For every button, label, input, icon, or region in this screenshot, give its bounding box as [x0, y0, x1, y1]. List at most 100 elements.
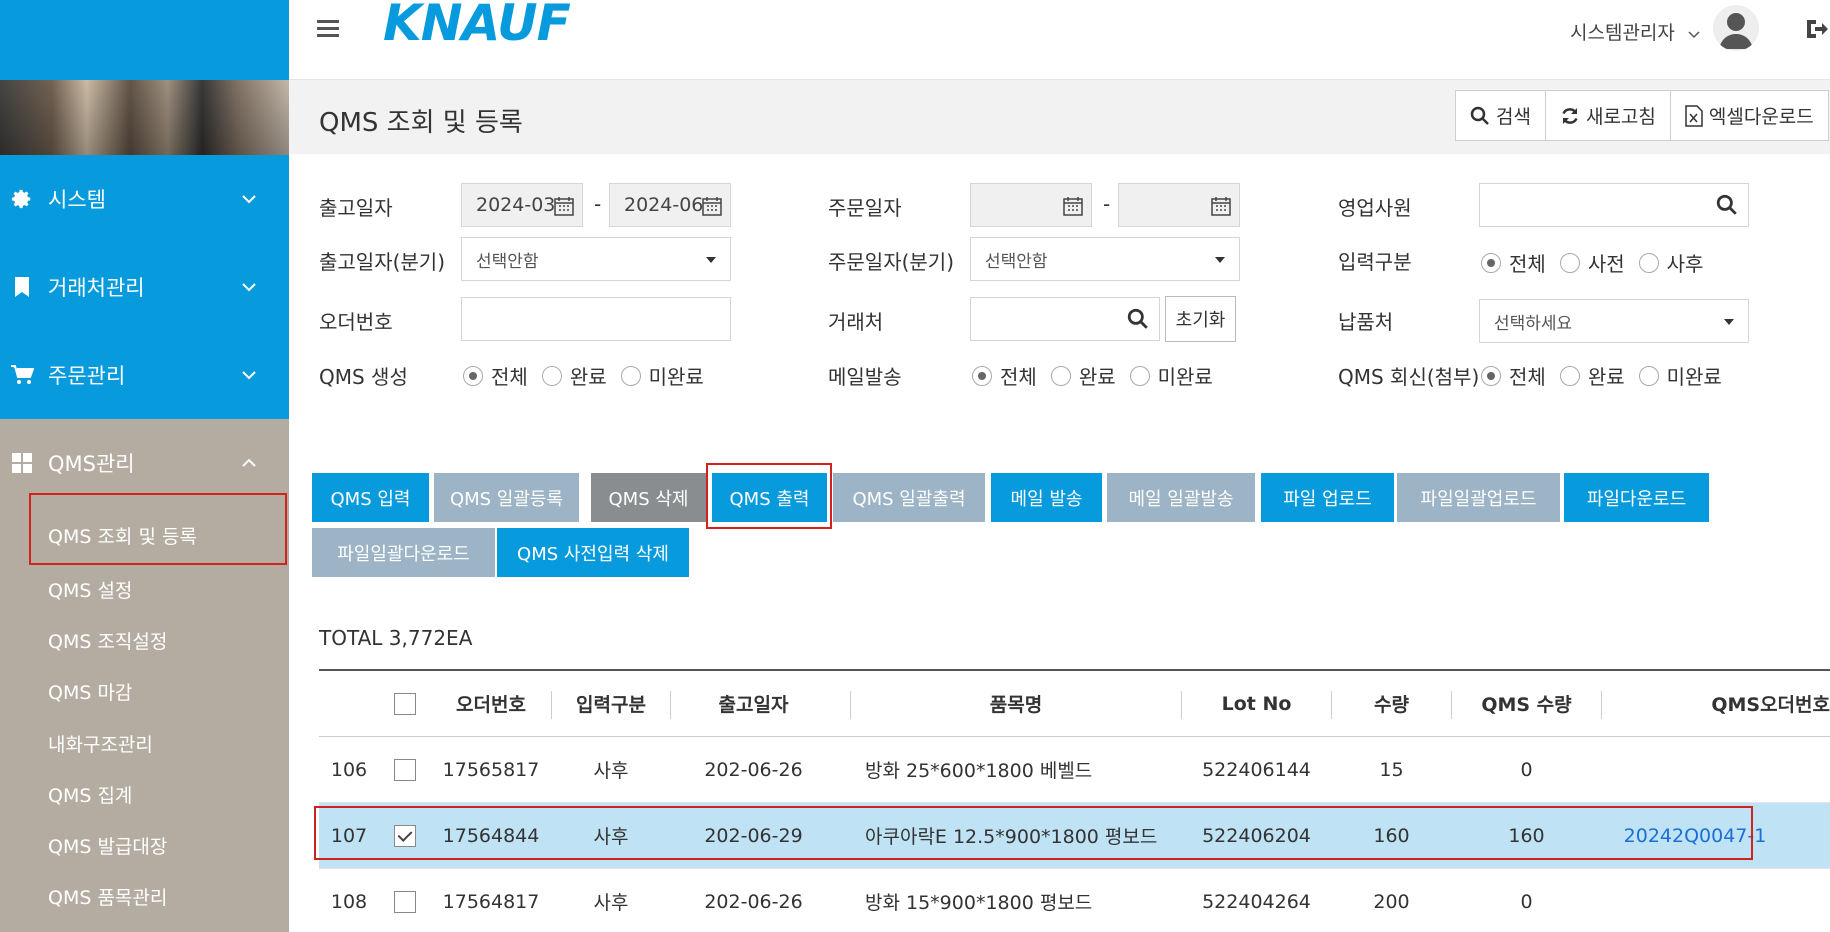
qms-bulk-print-button[interactable]: QMS 일괄출력 [833, 473, 985, 522]
refresh-button[interactable]: 새로고침 [1545, 91, 1671, 140]
row-input-type: 사후 [593, 760, 629, 782]
customer-input[interactable] [970, 297, 1160, 341]
qms-reply-radio-group: 전체 완료 미완료 [1481, 361, 1736, 390]
sidebar-sub-qms-org-settings[interactable]: QMS 조직설정 [48, 627, 167, 654]
table-header: 오더번호 입력구분 출고일자 품목명 Lot No 수량 QMS 수량 QMS오… [319, 671, 1830, 737]
sidebar-sub-qms-summary[interactable]: QMS 집계 [48, 781, 132, 808]
row-checkbox[interactable] [392, 737, 418, 802]
calendar-icon[interactable] [1063, 196, 1083, 221]
mail-all-radio[interactable]: 전체 [972, 361, 1037, 390]
order-date-to-input[interactable] [1118, 183, 1240, 227]
table-row[interactable]: 108 17564817 사후 202-06-26 방화 15*900*1800… [319, 869, 1830, 932]
row-order-no: 17565817 [442, 758, 540, 781]
col-qms-qty[interactable]: QMS 수량 [1452, 671, 1601, 736]
knauf-logo[interactable]: KNAUF [383, 0, 571, 52]
order-date-from-input[interactable] [970, 183, 1092, 227]
mail-bulk-send-button[interactable]: 메일 일괄발송 [1107, 473, 1255, 522]
row-qms-order-link[interactable] [1602, 737, 1762, 802]
ship-quarter-select[interactable]: 선택안함 [461, 237, 731, 281]
row-number: 108 [330, 890, 368, 913]
excel-file-icon [1685, 104, 1703, 127]
col-lot-no[interactable]: Lot No [1182, 671, 1331, 736]
file-download-button[interactable]: 파일다운로드 [1564, 473, 1709, 522]
calendar-icon[interactable] [554, 196, 574, 221]
col-item-name[interactable]: 품목명 [851, 671, 1181, 736]
ship-date-from-input[interactable]: 2024-03 [461, 183, 583, 227]
search-icon[interactable] [1716, 194, 1738, 221]
hamburger-menu-icon[interactable] [317, 20, 339, 38]
row-lot-no: 522406144 [1202, 758, 1311, 781]
sidebar-menu-system[interactable]: 시스템 [0, 155, 289, 243]
sidebar-menu-order[interactable]: 주문관리 [0, 331, 289, 419]
col-qty[interactable]: 수량 [1332, 671, 1451, 736]
file-bulk-download-button[interactable]: 파일일괄다운로드 [312, 528, 495, 577]
mail-undone-radio[interactable]: 미완료 [1129, 361, 1213, 390]
ship-date-to-value: 2024-06 [624, 194, 704, 216]
col-input-type[interactable]: 입력구분 [552, 671, 670, 736]
sales-rep-input[interactable] [1479, 183, 1749, 227]
sidebar-sub-qms-item-mgmt[interactable]: QMS 품목관리 [48, 883, 167, 910]
order-quarter-select[interactable]: 선택안함 [970, 237, 1240, 281]
qms-create-all-radio[interactable]: 전체 [463, 361, 528, 390]
sidebar-menu-customer[interactable]: 거래처관리 [0, 243, 289, 331]
col-qms-order-no[interactable]: QMS오더번호 [1602, 671, 1830, 736]
print-button-highlight [706, 463, 832, 529]
sidebar-menu-label: 시스템 [48, 188, 106, 212]
sidebar-sub-qms-close[interactable]: QMS 마감 [48, 678, 132, 705]
ship-quarter-label: 출고일자(분기) [319, 250, 446, 274]
col-ship-date[interactable]: 출고일자 [671, 671, 836, 736]
ship-date-to-input[interactable]: 2024-06 [609, 183, 731, 227]
search-icon[interactable] [1127, 308, 1149, 335]
logout-icon[interactable] [1805, 18, 1829, 44]
qms-input-button[interactable]: QMS 입력 [312, 473, 429, 522]
user-name[interactable]: 시스템관리자 [1570, 18, 1675, 45]
calendar-icon[interactable] [1211, 196, 1231, 221]
chevron-down-icon [241, 194, 261, 204]
order-no-input[interactable] [461, 297, 731, 341]
col-order-no[interactable]: 오더번호 [431, 671, 551, 736]
delivery-value: 선택하세요 [1494, 313, 1573, 334]
input-type-pre-radio[interactable]: 사전 [1559, 248, 1625, 277]
gear-icon [10, 188, 34, 210]
ship-date-from-value: 2024-03 [476, 194, 556, 216]
qms-reply-done-radio[interactable]: 완료 [1559, 361, 1625, 390]
chevron-down-icon [241, 282, 261, 292]
input-type-post-radio[interactable]: 사후 [1638, 248, 1703, 277]
input-type-all-radio[interactable]: 전체 [1481, 248, 1546, 277]
file-bulk-upload-button[interactable]: 파일일괄업로드 [1397, 473, 1560, 522]
sidebar: 시스템 거래처관리 주문관리 QMS관리 QMS 조회 및 등록 QMS 설정 … [0, 0, 289, 932]
qms-create-undone-radio[interactable]: 미완료 [620, 361, 704, 390]
mail-send-button[interactable]: 메일 발송 [991, 473, 1102, 522]
calendar-icon[interactable] [702, 196, 722, 221]
row-qms-order-link[interactable] [1602, 869, 1762, 932]
reset-button[interactable]: 초기화 [1165, 296, 1236, 342]
search-button[interactable]: 검색 [1456, 91, 1546, 140]
file-upload-button[interactable]: 파일 업로드 [1261, 473, 1394, 522]
table-row[interactable]: 106 17565817 사후 202-06-26 방화 25*600*1800… [319, 737, 1830, 803]
sidebar-sub-fireproof-structure[interactable]: 내화구조관리 [48, 730, 153, 757]
sidebar-sub-qms-settings[interactable]: QMS 설정 [48, 576, 132, 603]
sidebar-sub-qms-issue-log[interactable]: QMS 발급대장 [48, 832, 167, 859]
sidebar-menu-label: 주문관리 [48, 364, 126, 388]
page-title: QMS 조회 및 등록 [319, 108, 523, 138]
row-lot-no: 522404264 [1202, 890, 1311, 913]
delivery-select[interactable]: 선택하세요 [1479, 299, 1749, 343]
qms-reply-undone-radio[interactable]: 미완료 [1638, 361, 1722, 390]
chevron-down-icon[interactable] [1688, 24, 1700, 43]
row-checkbox[interactable] [392, 869, 418, 932]
qms-bulk-register-button[interactable]: QMS 일괄등록 [434, 473, 579, 522]
row-item-name: 방화 25*600*1800 베벨드 [865, 760, 1093, 782]
total-count: TOTAL 3,772EA [319, 626, 473, 650]
qms-delete-button[interactable]: QMS 삭제 [591, 473, 706, 522]
sidebar-header [0, 0, 289, 80]
qms-create-done-radio[interactable]: 완료 [541, 361, 607, 390]
mail-done-radio[interactable]: 완료 [1050, 361, 1116, 390]
sidebar-banner-image [0, 80, 289, 155]
select-all-checkbox[interactable] [392, 671, 418, 736]
qms-pre-input-delete-button[interactable]: QMS 사전입력 삭제 [497, 528, 689, 577]
excel-download-button[interactable]: 엑셀다운로드 [1670, 91, 1828, 140]
row-number: 106 [330, 758, 368, 781]
refresh-icon [1562, 107, 1578, 124]
avatar[interactable] [1713, 5, 1759, 51]
qms-reply-all-radio[interactable]: 전체 [1481, 361, 1546, 390]
